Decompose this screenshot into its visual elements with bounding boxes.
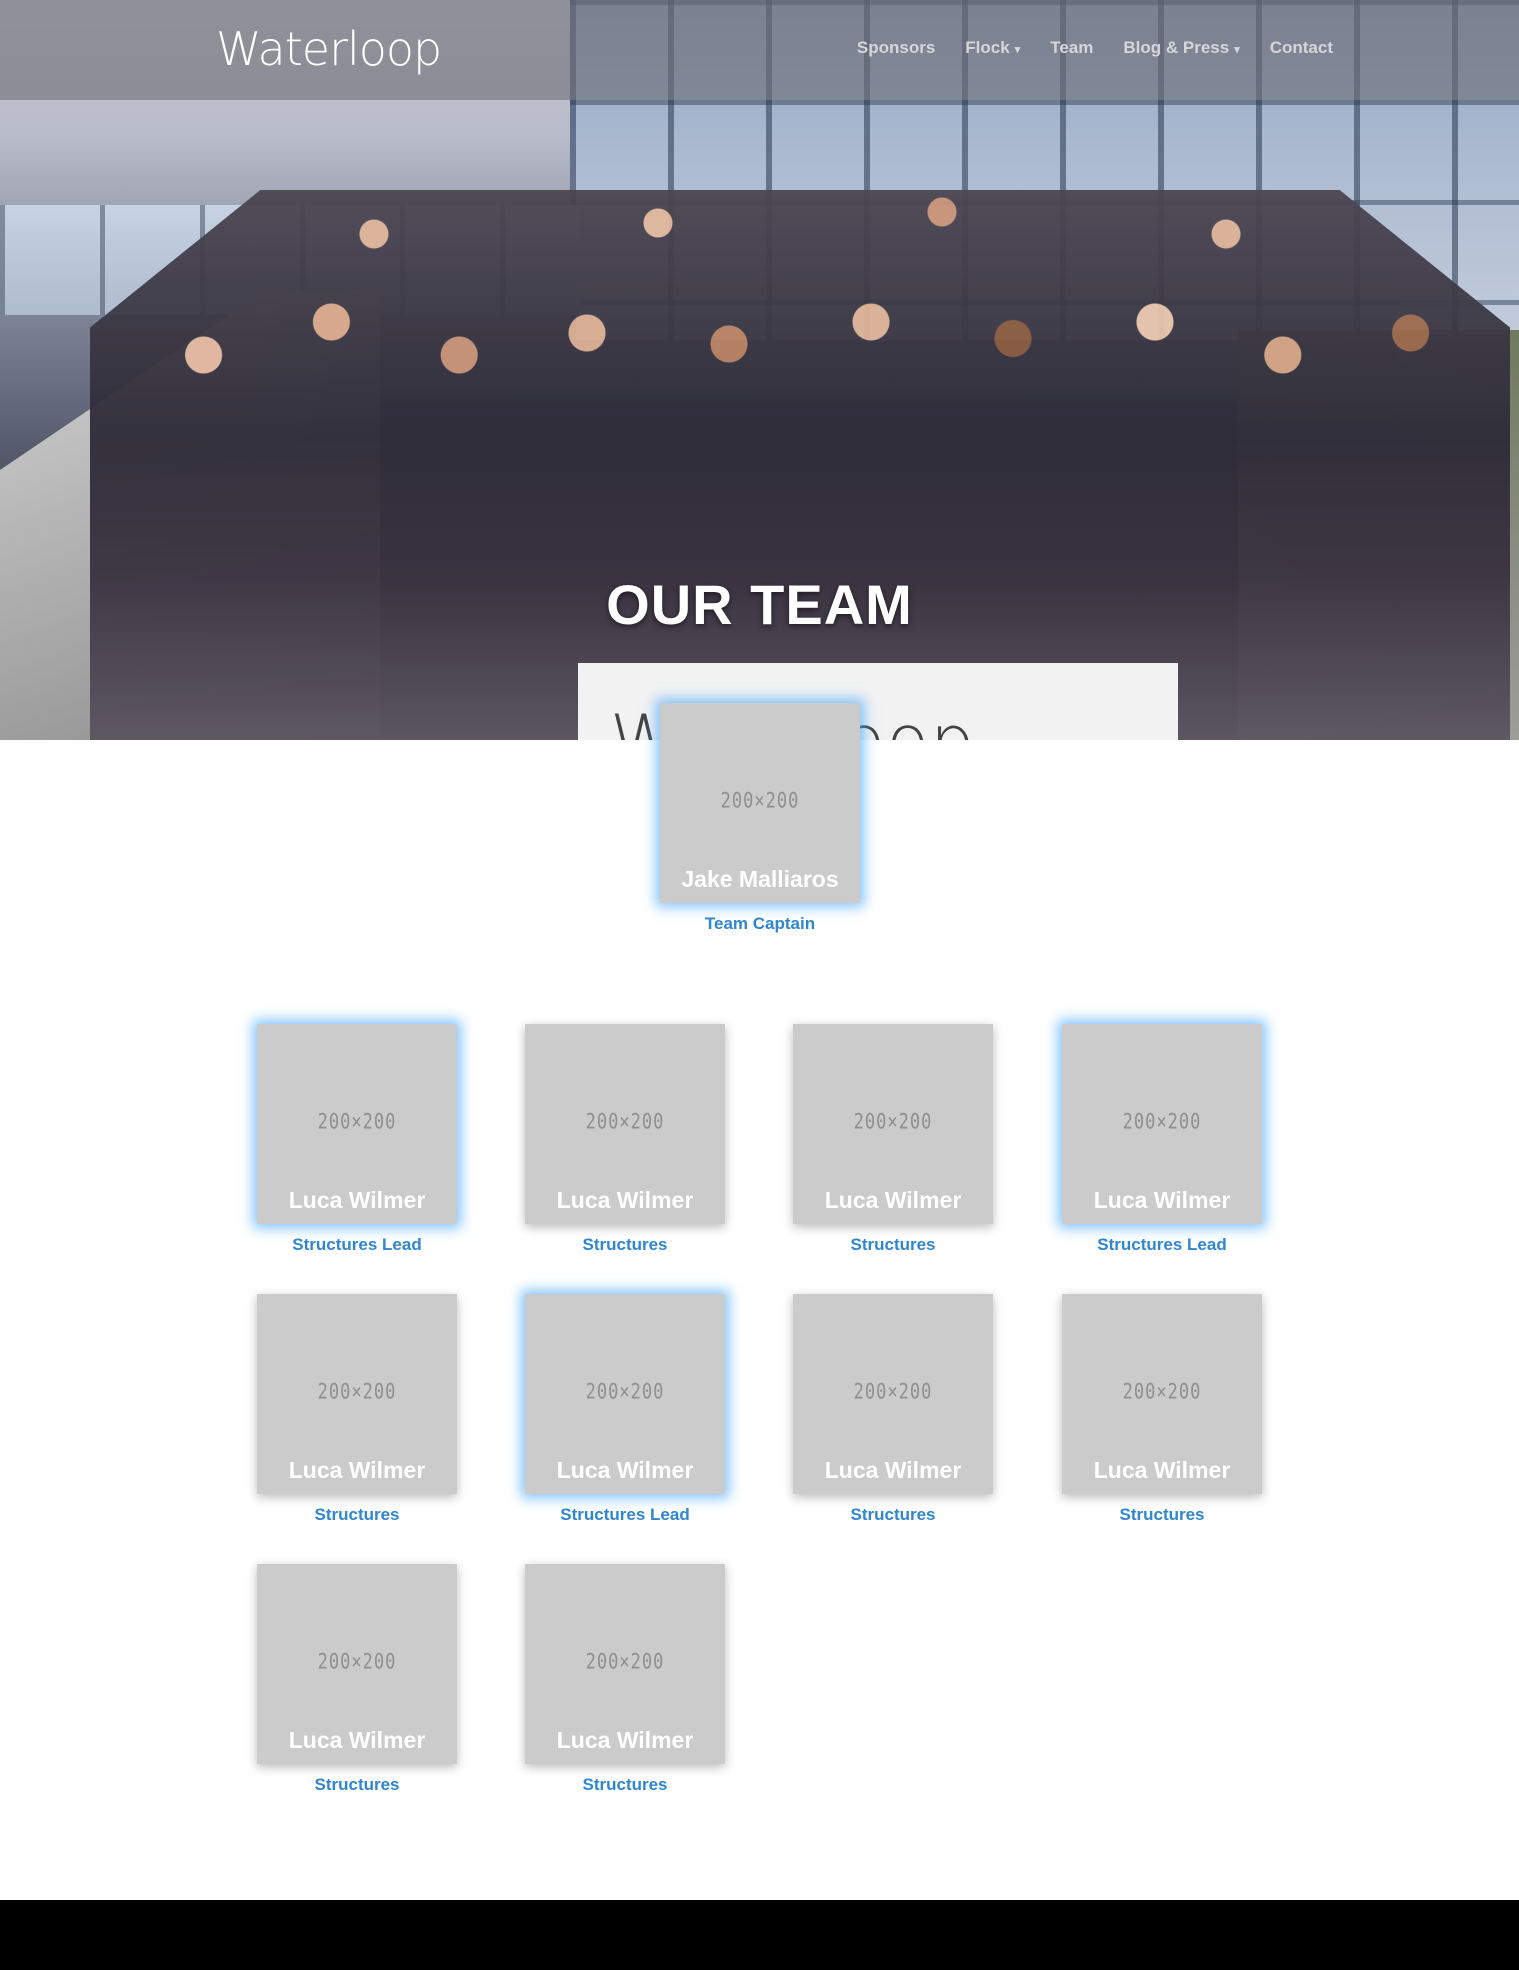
member-role[interactable]: Structures [227, 1775, 487, 1795]
chevron-down-icon: ▾ [1234, 44, 1240, 56]
member-name: Luca Wilmer [1093, 1457, 1231, 1483]
hero-team-photo [90, 190, 1510, 740]
member-card[interactable]: 200×200 Luca Wilmer [1062, 1024, 1262, 1224]
member-card[interactable]: 200×200 Luca Wilmer [525, 1294, 725, 1494]
member-name: Luca Wilmer [1093, 1187, 1231, 1213]
member-role[interactable]: Structures [227, 1505, 487, 1525]
nav-item-team[interactable]: Team [1050, 38, 1093, 58]
logo[interactable]: Waterloop [216, 22, 442, 76]
nav-item-flock[interactable]: Flock ▾ [965, 38, 1020, 58]
image-placeholder: 200×200 [1122, 1109, 1202, 1135]
image-placeholder: 200×200 [317, 1649, 397, 1675]
member-name: Luca Wilmer [556, 1457, 694, 1483]
member-role[interactable]: Structures Lead [1032, 1235, 1292, 1255]
member-card[interactable]: 200×200 Luca Wilmer [793, 1024, 993, 1224]
member-role[interactable]: Team Captain [630, 914, 890, 934]
member-role[interactable]: Structures Lead [227, 1235, 487, 1255]
member-name: Luca Wilmer [824, 1457, 962, 1483]
member-card[interactable]: 200×200 Luca Wilmer [257, 1294, 457, 1494]
member-name: Luca Wilmer [288, 1457, 426, 1483]
chevron-down-icon: ▾ [1014, 44, 1021, 56]
image-placeholder: 200×200 [853, 1379, 933, 1405]
member-name: Luca Wilmer [824, 1187, 962, 1213]
footer [0, 1900, 1519, 1970]
member-name: Jake Malliaros [681, 866, 839, 892]
member-name: Luca Wilmer [288, 1187, 426, 1213]
member-role[interactable]: Structures [1032, 1505, 1292, 1525]
member-role[interactable]: Structures [763, 1505, 1023, 1525]
image-placeholder: 200×200 [585, 1109, 665, 1135]
captain-card[interactable]: 200×200 Jake Malliaros [660, 703, 860, 903]
image-placeholder: 200×200 [1122, 1379, 1202, 1405]
member-card[interactable]: 200×200 Luca Wilmer [793, 1294, 993, 1494]
image-placeholder: 200×200 [585, 1379, 665, 1405]
member-name: Luca Wilmer [556, 1727, 694, 1753]
image-placeholder: 200×200 [585, 1649, 665, 1675]
member-name: Luca Wilmer [288, 1727, 426, 1753]
member-role[interactable]: Structures [763, 1235, 1023, 1255]
member-card[interactable]: 200×200 Luca Wilmer [1062, 1294, 1262, 1494]
image-placeholder: 200×200 [317, 1109, 397, 1135]
member-card[interactable]: 200×200 Luca Wilmer [525, 1024, 725, 1224]
member-card[interactable]: 200×200 Luca Wilmer [525, 1564, 725, 1764]
member-card[interactable]: 200×200 Luca Wilmer [257, 1564, 457, 1764]
member-role[interactable]: Structures [495, 1775, 755, 1795]
hero-section: Waterloop Waterloop Sponsors Flock▾ Team… [0, 0, 1519, 740]
image-placeholder: 200×200 [853, 1109, 933, 1135]
image-placeholder: 200×200 [317, 1379, 397, 1405]
image-placeholder: 200×200 [720, 788, 800, 814]
main-nav: Sponsors Flock ▾ Team Blog & Press ▾ Conta… [857, 38, 1333, 58]
navbar: Waterloop Sponsors Flock ▾ Team Blog & Pr… [0, 0, 1519, 100]
member-role[interactable]: Structures [495, 1235, 755, 1255]
member-name: Luca Wilmer [556, 1187, 694, 1213]
nav-item-sponsors[interactable]: Sponsors [857, 38, 935, 58]
nav-item-contact[interactable]: Contact [1270, 38, 1333, 58]
page-title: OUR TEAM [606, 573, 913, 636]
nav-item-blog-press[interactable]: Blog & Press ▾ [1123, 38, 1239, 58]
member-role[interactable]: Structures Lead [495, 1505, 755, 1525]
member-card[interactable]: 200×200 Luca Wilmer [257, 1024, 457, 1224]
